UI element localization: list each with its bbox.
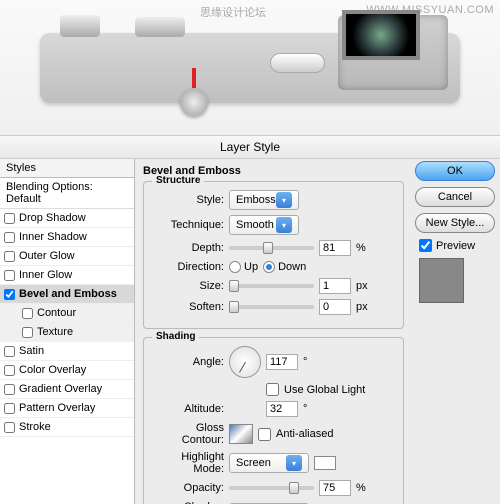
camera-illustration — [0, 0, 500, 135]
soften-input[interactable] — [319, 299, 351, 315]
style-item-satin[interactable]: Satin — [0, 342, 134, 361]
new-style-button[interactable]: New Style... — [415, 213, 495, 233]
styles-list: Styles Blending Options: Default Drop Sh… — [0, 159, 135, 504]
structure-legend: Structure — [152, 175, 204, 186]
angle-unit: ° — [303, 356, 307, 368]
blending-options-row[interactable]: Blending Options: Default — [0, 178, 134, 209]
preview-swatch — [419, 258, 464, 303]
depth-label: Depth: — [154, 242, 224, 254]
direction-up-radio[interactable]: Up — [229, 261, 258, 273]
cancel-button[interactable]: Cancel — [415, 187, 495, 207]
style-item-outer-glow[interactable]: Outer Glow — [0, 247, 134, 266]
style-item-contour[interactable]: Contour — [0, 304, 134, 323]
highlight-color-swatch[interactable] — [314, 456, 336, 470]
style-item-bevel-emboss[interactable]: Bevel and Emboss — [0, 285, 134, 304]
checkbox[interactable] — [4, 403, 15, 414]
soften-slider[interactable] — [229, 305, 314, 309]
style-item-texture[interactable]: Texture — [0, 323, 134, 342]
angle-label: Angle: — [154, 356, 224, 368]
highlight-mode-select[interactable]: Screen▾ — [229, 453, 309, 473]
styles-header[interactable]: Styles — [0, 159, 134, 178]
soften-label: Soften: — [154, 301, 224, 313]
size-label: Size: — [154, 280, 224, 292]
style-item-color-overlay[interactable]: Color Overlay — [0, 361, 134, 380]
soften-unit: px — [356, 301, 368, 313]
watermark-forum: 思缘设计论坛 — [200, 4, 266, 20]
highlight-opacity-unit: % — [356, 482, 366, 494]
global-light-label: Use Global Light — [284, 384, 365, 396]
style-item-inner-shadow[interactable]: Inner Shadow — [0, 228, 134, 247]
shading-legend: Shading — [152, 331, 199, 342]
checkbox[interactable] — [4, 213, 15, 224]
preview-label: Preview — [436, 240, 475, 252]
size-slider[interactable] — [229, 284, 314, 288]
checkbox[interactable] — [22, 327, 33, 338]
checkbox[interactable] — [4, 270, 15, 281]
size-unit: px — [356, 280, 368, 292]
checkbox[interactable] — [4, 422, 15, 433]
style-item-stroke[interactable]: Stroke — [0, 418, 134, 437]
depth-slider[interactable] — [229, 246, 314, 250]
altitude-input[interactable] — [266, 401, 298, 417]
angle-dial[interactable] — [229, 346, 261, 378]
style-item-drop-shadow[interactable]: Drop Shadow — [0, 209, 134, 228]
style-item-inner-glow[interactable]: Inner Glow — [0, 266, 134, 285]
altitude-label: Altitude: — [154, 403, 224, 415]
shading-group: Shading Angle: ° Use Global Light Altitu… — [143, 337, 404, 504]
gloss-contour-picker[interactable] — [229, 424, 253, 444]
preview-checkbox[interactable] — [419, 239, 432, 252]
structure-group: Structure Style: Emboss▾ Technique: Smoo… — [143, 181, 404, 329]
ok-button[interactable]: OK — [415, 161, 495, 181]
style-select[interactable]: Emboss▾ — [229, 190, 299, 210]
angle-input[interactable] — [266, 354, 298, 370]
checkbox[interactable] — [4, 251, 15, 262]
depth-unit: % — [356, 242, 366, 254]
technique-select[interactable]: Smooth▾ — [229, 215, 299, 235]
checkbox[interactable] — [4, 346, 15, 357]
style-item-gradient-overlay[interactable]: Gradient Overlay — [0, 380, 134, 399]
highlight-opacity-input[interactable] — [319, 480, 351, 496]
global-light-checkbox[interactable] — [266, 383, 279, 396]
gloss-contour-label: Gloss Contour: — [154, 422, 224, 446]
style-label: Style: — [154, 194, 224, 206]
antialiased-label: Anti-aliased — [276, 428, 333, 440]
altitude-unit: ° — [303, 403, 307, 415]
style-item-pattern-overlay[interactable]: Pattern Overlay — [0, 399, 134, 418]
dropdown-icon: ▾ — [276, 217, 292, 233]
depth-input[interactable] — [319, 240, 351, 256]
dropdown-icon: ▾ — [276, 192, 292, 208]
direction-down-radio[interactable]: Down — [263, 261, 306, 273]
highlight-opacity-slider[interactable] — [229, 486, 314, 490]
highlight-mode-label: Highlight Mode: — [154, 451, 224, 475]
size-input[interactable] — [319, 278, 351, 294]
checkbox[interactable] — [4, 365, 15, 376]
checkbox[interactable] — [4, 232, 15, 243]
checkbox[interactable] — [22, 308, 33, 319]
dropdown-icon: ▾ — [286, 455, 302, 471]
highlight-opacity-label: Opacity: — [154, 482, 224, 494]
checkbox[interactable] — [4, 289, 15, 300]
dialog-title: Layer Style — [0, 135, 500, 159]
technique-label: Technique: — [154, 219, 224, 231]
direction-label: Direction: — [154, 261, 224, 273]
checkbox[interactable] — [4, 384, 15, 395]
antialiased-checkbox[interactable] — [258, 428, 271, 441]
